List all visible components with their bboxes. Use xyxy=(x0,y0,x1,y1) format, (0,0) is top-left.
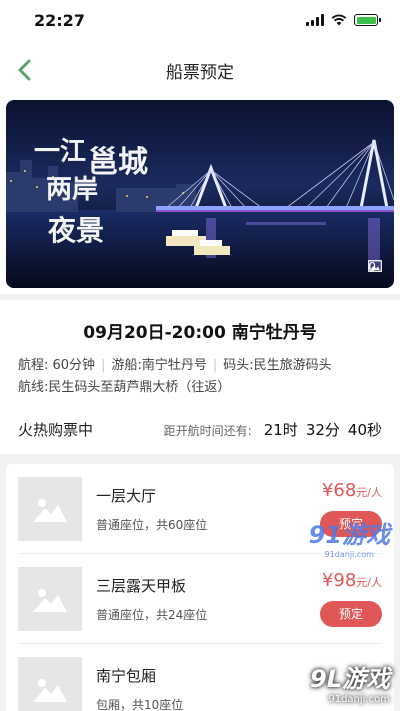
status-bar: 22:27 xyxy=(0,0,400,40)
ticket-item[interactable]: 一层大厅 普通座位，共60座位 ¥68元/人 预定 xyxy=(18,464,382,554)
night-bridge-illustration: 一江 两岸 邕城 夜景 xyxy=(6,137,394,288)
banner-image[interactable]: 一江 两岸 邕城 夜景 0 xyxy=(6,100,394,288)
ticket-description: 包厢，共10座位 xyxy=(96,697,184,711)
ticket-list: 一层大厅 普通座位，共60座位 ¥68元/人 预定 三层露天甲板 普通座位，共2… xyxy=(6,464,394,711)
back-arrow-icon xyxy=(18,59,31,81)
trip-details-row: 航程: 60分钟 | 游船:南宁牡丹号 | 码头:民生旅游码头 xyxy=(18,355,382,377)
trip-info-card: 09月20日-20:00 南宁牡丹号 航程: 60分钟 | 游船:南宁牡丹号 | 码头:… xyxy=(0,300,400,454)
sale-status-label: 火热购票中 xyxy=(18,421,94,439)
ticket-price: ¥98元/人 xyxy=(320,570,382,591)
trip-title: 09月20日-20:00 南宁牡丹号 xyxy=(83,323,317,343)
price-unit: 元/人 xyxy=(356,576,382,589)
back-button[interactable] xyxy=(6,52,42,88)
countdown-minutes: 32分 xyxy=(305,421,340,439)
page-title: 船票预定 xyxy=(166,62,234,83)
countdown-seconds: 40秒 xyxy=(347,421,382,439)
departure-countdown: 距开航时间还有: 21时 32分 40秒 xyxy=(164,419,382,440)
ticket-price: ¥68元/人 xyxy=(320,480,382,501)
trip-boat: 游船:南宁牡丹号 xyxy=(111,358,207,373)
countdown-hours: 21时 xyxy=(263,421,298,439)
price-value: ¥68 xyxy=(321,480,357,501)
ticket-item[interactable]: 三层露天甲板 普通座位，共24座位 ¥98元/人 预定 xyxy=(18,554,382,644)
signal-icon xyxy=(306,14,324,26)
ticket-thumbnail xyxy=(18,656,82,711)
image-icon xyxy=(368,260,383,272)
calligraphy-line-4: 夜景 xyxy=(47,214,104,247)
book-button[interactable]: 预定 xyxy=(320,601,382,627)
ticket-name: 南宁包厢 xyxy=(96,666,157,685)
divider: | xyxy=(101,358,106,373)
wifi-icon xyxy=(331,14,347,26)
ticket-thumbnail xyxy=(18,476,82,541)
photo-count: 0 xyxy=(368,260,383,274)
ticket-thumbnail xyxy=(18,566,82,631)
book-button[interactable]: 预定 xyxy=(320,511,382,537)
divider: | xyxy=(212,358,218,373)
battery-icon xyxy=(354,14,381,26)
status-time: 22:27 xyxy=(34,10,85,30)
calligraphy-line-3: 邕城 xyxy=(88,145,148,180)
status-icons xyxy=(306,14,381,26)
sale-status-row: 火热购票中 距开航时间还有: 21时 32分 40秒 xyxy=(18,419,382,444)
image-placeholder-icon xyxy=(33,588,67,612)
price-unit: 元/人 xyxy=(356,486,382,499)
nav-bar: 船票预定 xyxy=(0,40,400,100)
calligraphy-line-1: 一江 xyxy=(34,137,86,167)
image-placeholder-icon xyxy=(33,498,67,522)
ticket-item[interactable]: 南宁包厢 包厢，共10座位 xyxy=(18,644,382,711)
trip-pier: 码头:民生旅游码头 xyxy=(223,358,332,373)
countdown-label: 距开航时间还有: xyxy=(163,424,252,438)
image-placeholder-icon xyxy=(33,678,67,702)
banner-container: 一江 两岸 邕城 夜景 0 xyxy=(0,100,400,294)
price-value: ¥98 xyxy=(321,570,357,591)
trip-route: 航线:民生码头至葫芦鼎大桥（往返） xyxy=(18,380,231,395)
trip-duration: 航程: 60分钟 xyxy=(18,358,96,373)
